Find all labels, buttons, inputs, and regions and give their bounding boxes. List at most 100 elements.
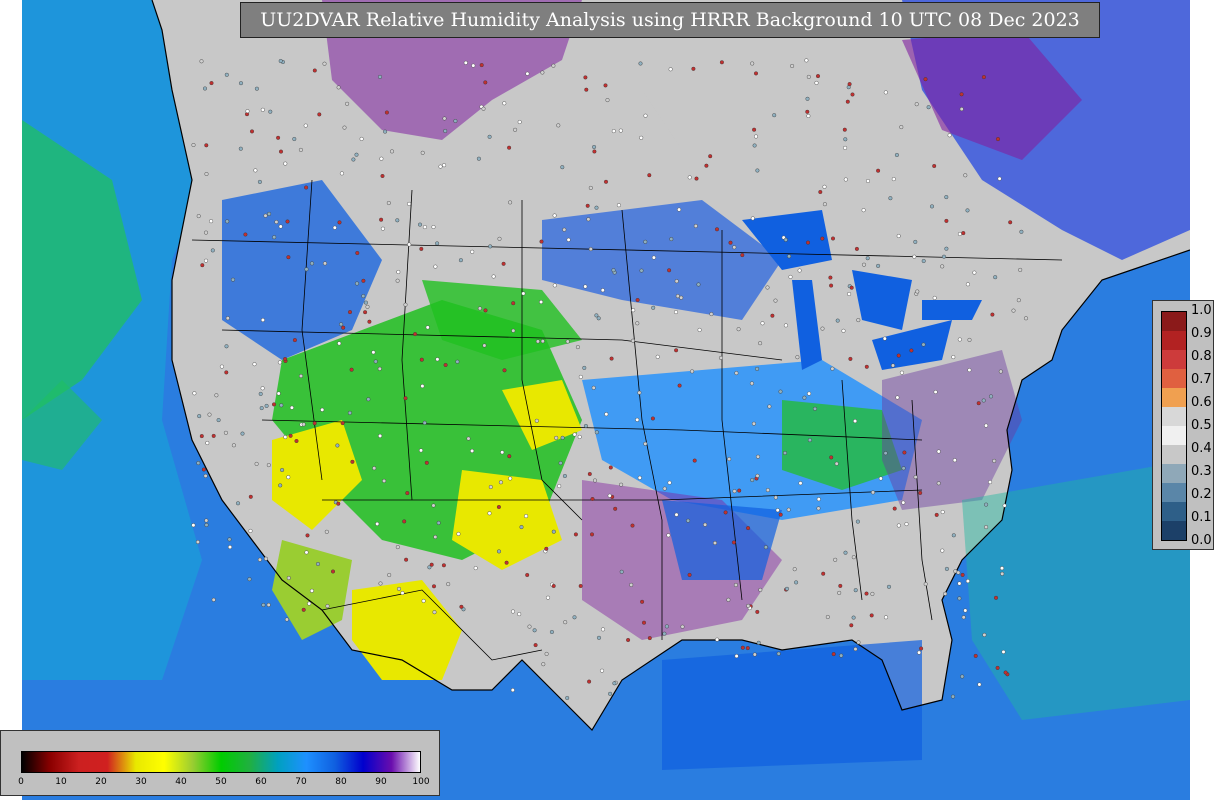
station-marker xyxy=(635,298,640,303)
station-marker xyxy=(276,391,281,396)
station-marker xyxy=(225,219,230,224)
station-marker xyxy=(587,679,592,684)
station-marker xyxy=(591,385,596,390)
station-marker xyxy=(923,582,928,587)
station-marker xyxy=(750,216,755,221)
station-marker xyxy=(303,123,308,128)
station-marker xyxy=(957,231,962,236)
legend-right-tick-9: 0.2 xyxy=(1191,487,1212,502)
station-marker xyxy=(487,511,492,516)
station-marker xyxy=(843,550,848,555)
station-marker xyxy=(573,532,578,537)
station-marker xyxy=(572,615,577,620)
station-marker xyxy=(268,109,273,114)
station-marker xyxy=(202,86,207,91)
station-marker xyxy=(404,557,409,562)
station-marker xyxy=(655,354,660,359)
station-marker xyxy=(750,61,755,66)
station-marker xyxy=(703,522,708,527)
station-marker xyxy=(432,584,437,589)
station-marker xyxy=(283,435,288,440)
station-marker xyxy=(225,316,230,321)
station-marker xyxy=(594,205,599,210)
station-marker xyxy=(533,643,538,648)
station-marker xyxy=(788,274,793,279)
station-marker xyxy=(736,327,741,332)
station-marker xyxy=(227,545,232,550)
station-marker xyxy=(1011,308,1016,313)
station-marker xyxy=(783,237,788,242)
station-marker xyxy=(257,179,262,184)
station-marker xyxy=(289,405,294,410)
station-marker xyxy=(740,253,745,258)
station-marker xyxy=(825,615,830,620)
station-marker xyxy=(816,506,821,511)
legend-bottom-tick-3: 20 xyxy=(95,777,107,787)
station-marker xyxy=(818,189,823,194)
station-marker xyxy=(224,344,229,349)
station-marker xyxy=(488,244,493,249)
station-marker xyxy=(400,591,405,596)
station-marker xyxy=(286,475,291,480)
station-marker xyxy=(944,218,949,223)
station-marker xyxy=(204,143,209,148)
station-marker xyxy=(642,620,647,625)
station-marker xyxy=(539,300,544,305)
station-marker xyxy=(482,343,487,348)
station-marker xyxy=(755,366,760,371)
station-marker xyxy=(209,219,214,224)
station-marker xyxy=(219,364,224,369)
station-marker xyxy=(715,637,720,642)
station-marker xyxy=(419,357,424,362)
station-marker xyxy=(541,662,546,667)
station-marker xyxy=(279,149,284,154)
station-marker xyxy=(943,591,948,596)
station-marker xyxy=(562,227,567,232)
station-marker xyxy=(963,608,968,613)
station-marker xyxy=(403,302,408,307)
station-marker xyxy=(235,501,240,506)
station-marker xyxy=(248,528,253,533)
station-marker xyxy=(773,298,778,303)
station-marker xyxy=(336,85,341,90)
station-marker xyxy=(375,521,380,526)
station-marker xyxy=(816,74,821,79)
station-marker xyxy=(592,144,597,149)
station-marker xyxy=(849,623,854,628)
station-marker xyxy=(734,371,739,376)
station-marker xyxy=(667,480,672,485)
legend-right-tick-5: 0.6 xyxy=(1191,395,1212,410)
station-marker xyxy=(896,353,901,358)
station-marker xyxy=(849,285,854,290)
station-marker xyxy=(719,60,724,65)
station-marker xyxy=(534,418,539,423)
station-marker xyxy=(413,332,418,337)
station-marker xyxy=(912,254,917,259)
station-marker xyxy=(677,207,682,212)
station-marker xyxy=(483,308,488,313)
station-marker xyxy=(637,390,642,395)
station-marker xyxy=(309,588,314,593)
station-marker xyxy=(891,177,896,182)
station-marker xyxy=(590,532,595,537)
station-marker xyxy=(837,590,842,595)
station-marker xyxy=(240,431,245,436)
station-marker xyxy=(497,236,502,241)
station-marker xyxy=(532,628,537,633)
station-marker xyxy=(1018,267,1023,272)
station-marker xyxy=(674,348,679,353)
station-marker xyxy=(626,638,631,643)
station-marker xyxy=(466,436,471,441)
station-marker xyxy=(593,478,598,483)
station-marker xyxy=(497,549,502,554)
station-marker xyxy=(882,336,887,341)
station-marker xyxy=(967,368,972,373)
station-marker xyxy=(361,278,366,283)
station-marker xyxy=(629,582,634,587)
legend-bottom-tick-10: 90 xyxy=(375,777,387,787)
station-marker xyxy=(539,239,544,244)
station-marker xyxy=(196,214,201,219)
station-marker xyxy=(647,636,652,641)
station-marker xyxy=(349,367,354,372)
station-marker xyxy=(902,450,907,455)
